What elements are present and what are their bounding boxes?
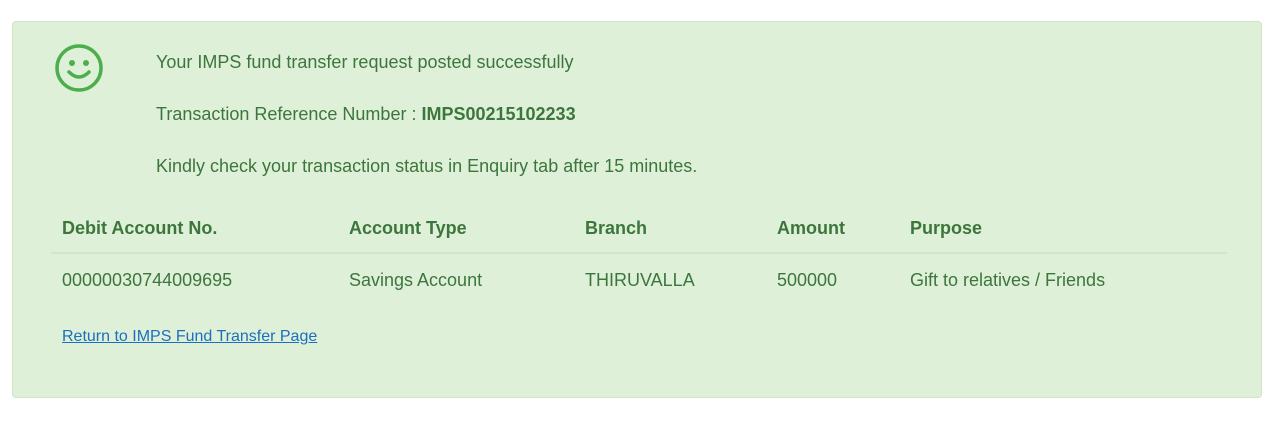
amount-value: 500000 [777, 270, 838, 290]
table-row: 00000030744009695 Savings Account THIRUV… [51, 254, 1227, 304]
enquiry-note: Kindly check your transaction status in … [156, 156, 698, 176]
purpose-value: Gift to relatives / Friends [910, 270, 1106, 290]
success-panel: Your IMPS fund transfer request posted s… [12, 21, 1262, 398]
smiley-icon [55, 44, 103, 92]
account-type-value: Savings Account [349, 270, 483, 290]
table-header-row: Debit Account No. Account Type Branch Am… [51, 208, 1227, 254]
header-purpose: Purpose [910, 218, 983, 238]
reference-number: IMPS00215102233 [421, 104, 576, 124]
transfer-details-table: Debit Account No. Account Type Branch Am… [51, 208, 1227, 304]
success-message: Your IMPS fund transfer request posted s… [156, 52, 574, 72]
reference-label: Transaction Reference Number : [156, 104, 422, 124]
header-debit-account: Debit Account No. [62, 218, 218, 238]
branch-value: THIRUVALLA [585, 270, 695, 290]
header-amount: Amount [777, 218, 845, 238]
reference-line: Transaction Reference Number : IMPS00215… [156, 104, 576, 125]
return-to-imps-link[interactable]: Return to IMPS Fund Transfer Page [62, 328, 317, 346]
header-branch: Branch [585, 218, 648, 238]
debit-account-value: 00000030744009695 [62, 270, 233, 290]
header-account-type: Account Type [349, 218, 467, 238]
